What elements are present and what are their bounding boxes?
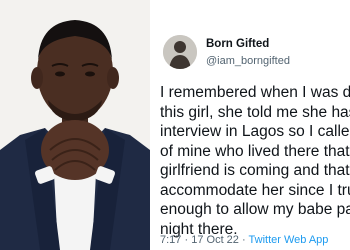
tweet-line: enough to allow my babe pa [160,201,350,218]
tweet-line: interview in Lagos so I called [160,123,350,140]
tweet-line: this girl, she told me she has [160,103,350,121]
tweet-date[interactable]: 17 Oct 22 [191,234,239,246]
tweet-line: I remembered when I was da [160,84,350,101]
tweet-metadata: 7:17 · 17 Oct 22 · Twitter Web App [160,234,328,246]
profile-avatar[interactable] [163,35,197,69]
tweet-text: I remembered when I was da this girl, sh… [160,83,350,239]
display-name[interactable]: Born Gifted [206,38,269,50]
man-photo [0,0,150,250]
meta-separator: · [184,234,189,246]
meta-separator: · [241,234,246,246]
user-handle[interactable]: @iam_borngifted [206,55,290,67]
tweet-line: girlfriend is coming and that [160,162,350,179]
tweet-time[interactable]: 7:17 [160,234,181,246]
tweet-source-link[interactable]: Twitter Web App [249,234,329,246]
user-avatar-icon [163,35,197,69]
man-praying-hands-icon [0,0,150,250]
tweet-card: Born Gifted @iam_borngifted I remembered… [150,0,350,250]
tweet-line: of mine who lived there that [160,142,350,160]
tweet-line: accommodate her since I tru [160,181,350,199]
